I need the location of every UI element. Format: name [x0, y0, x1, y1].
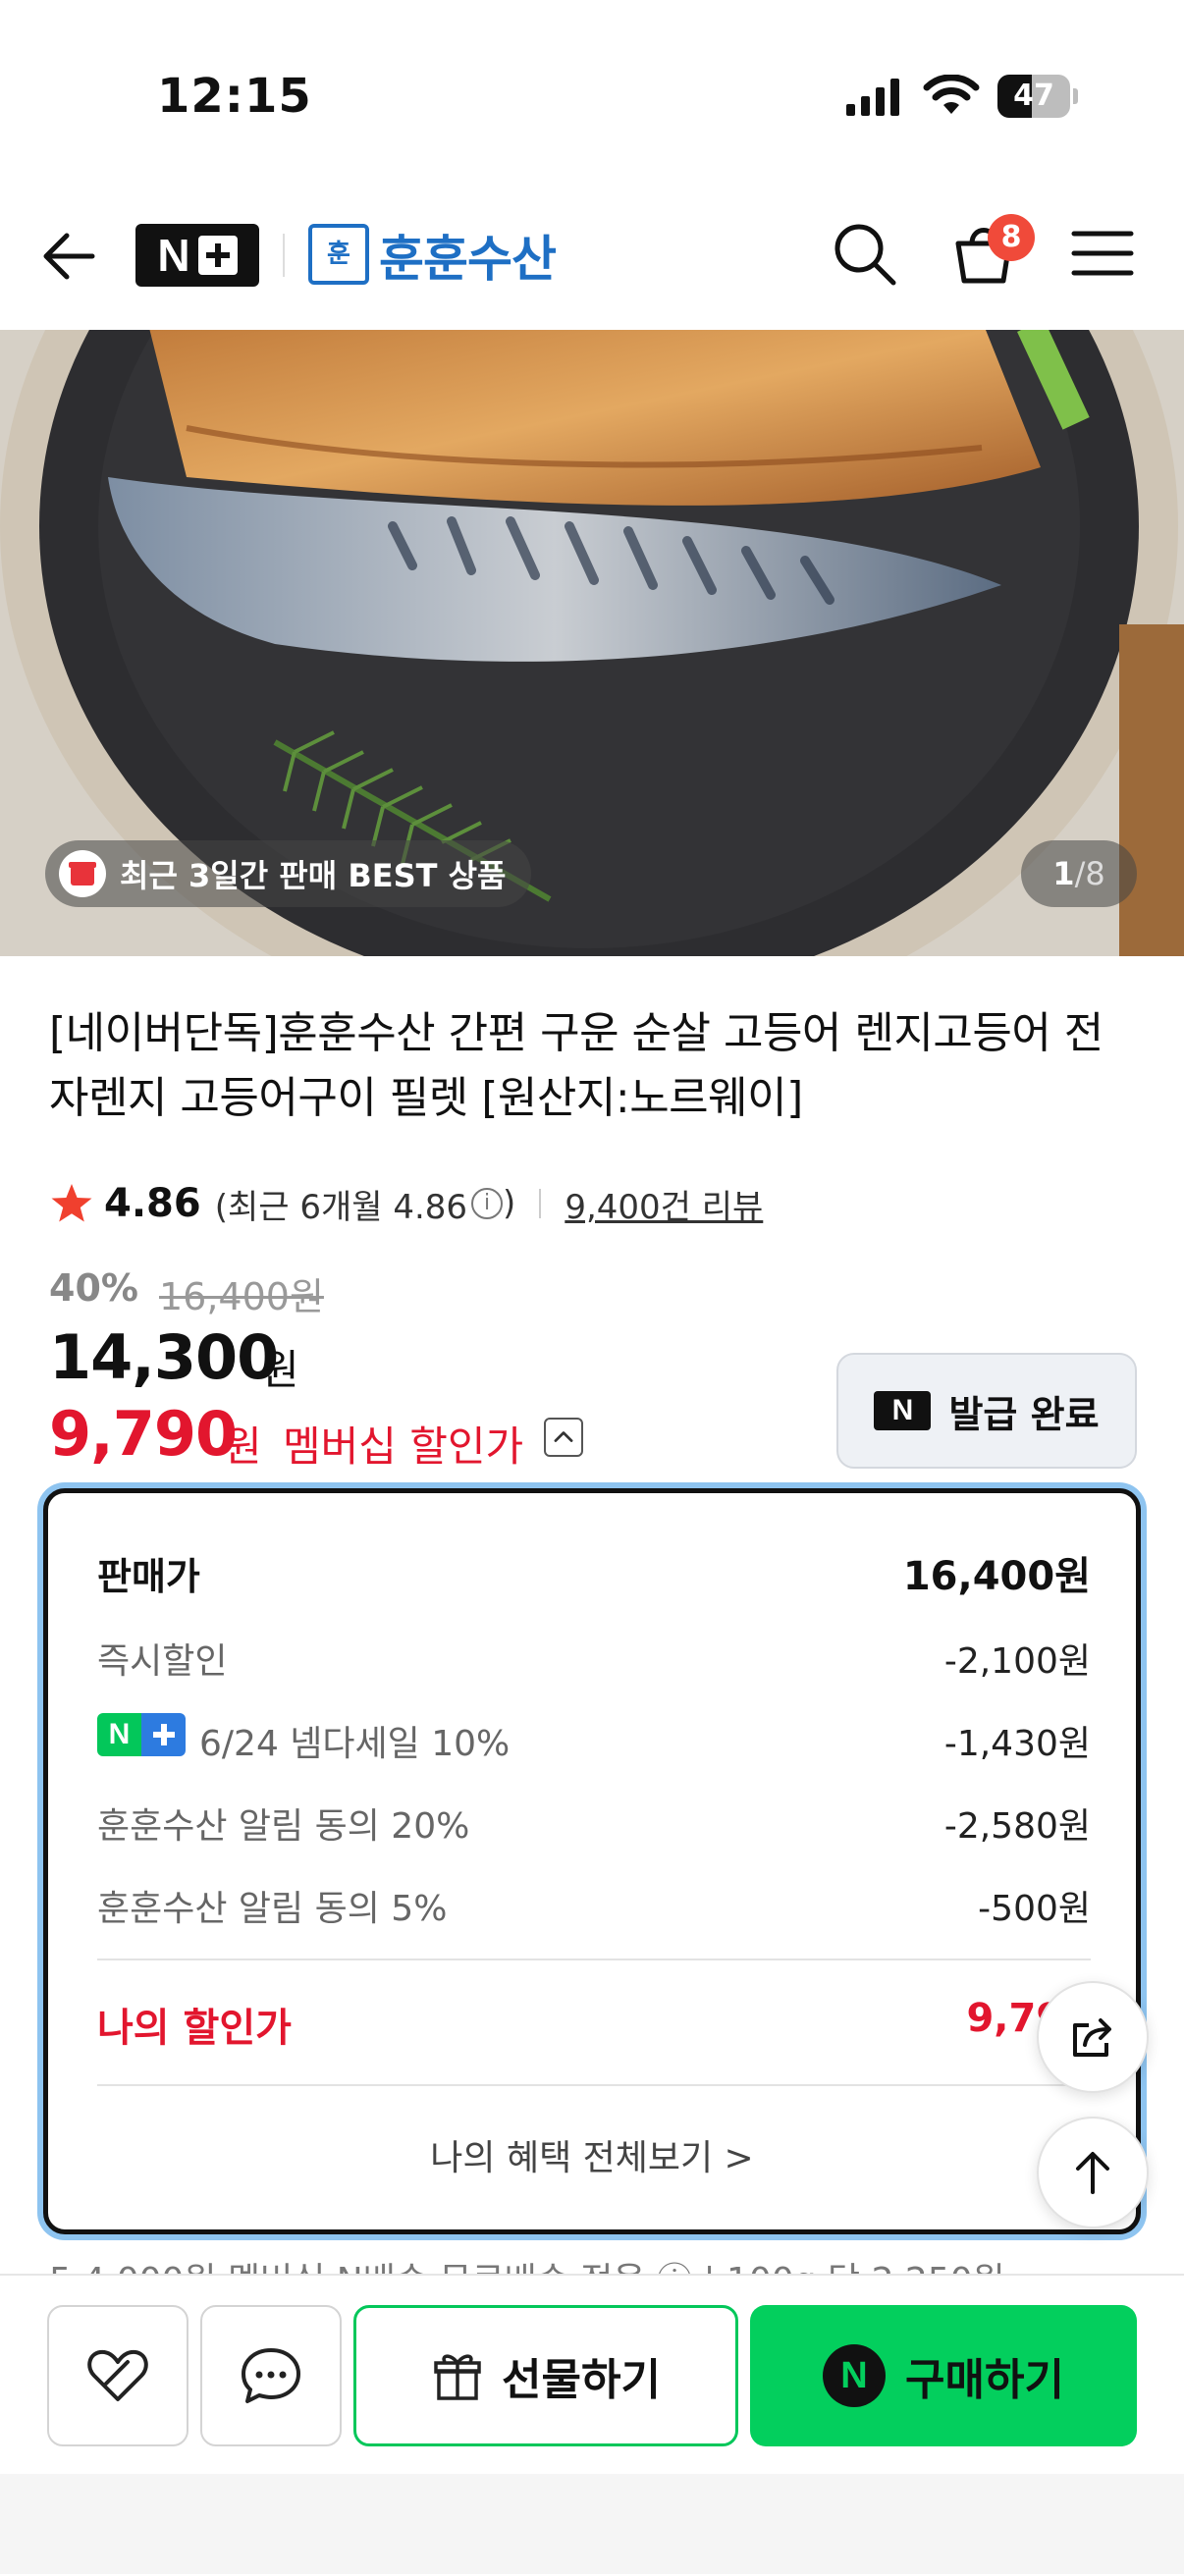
gift-icon — [434, 2354, 481, 2400]
chevron-up-icon[interactable] — [544, 1418, 583, 1457]
list-price-value: 16,400원 — [902, 1554, 1091, 1599]
recent-rating-text: (최근 6개월 4.86 — [214, 1187, 468, 1227]
my-discount-price-label: 나의 할인가 — [97, 2006, 292, 2051]
rating-value: 4.86 — [104, 1181, 201, 1226]
breakdown-divider — [97, 2084, 1091, 2086]
battery-icon: 47 — [997, 75, 1078, 118]
rating-separator — [539, 1189, 542, 1218]
coupon-issued-label: 발급 완료 — [948, 1392, 1100, 1436]
share-button[interactable] — [1037, 1981, 1149, 2093]
plus-icon — [197, 236, 238, 275]
naver-pay-icon: N — [823, 2344, 887, 2407]
naver-plus-mini-letter: N — [97, 1713, 141, 1756]
current-page: 1 — [1052, 855, 1075, 892]
sale-price-unit: 원 — [261, 1346, 299, 1394]
best-seller-text: 최근 3일간 판매 BEST 상품 — [120, 857, 507, 894]
alert-consent-20-value: -2,580원 — [943, 1806, 1091, 1847]
share-icon — [1073, 2018, 1111, 2057]
alert-consent-5-label: 훈훈수산 알림 동의 5% — [97, 1889, 448, 1929]
rating-row: 4.86 (최근 6개월 4.86 i ) 9,400건 리뷰 — [49, 1176, 763, 1231]
total-pages: /8 — [1074, 855, 1105, 892]
image-page-indicator: 1/8 — [1021, 840, 1137, 907]
naver-plus-mini-icon: N — [97, 1713, 186, 1756]
member-price: 9,790 — [49, 1398, 238, 1470]
buy-label: 구매하기 — [905, 2355, 1064, 2405]
alert-consent-20-label: 훈훈수산 알림 동의 20% — [97, 1806, 470, 1847]
star-icon — [51, 1184, 92, 1222]
info-icon[interactable]: i — [471, 1188, 504, 1219]
price-breakdown-panel: 판매가 16,400원 즉시할인 -2,100원 N 6/24 넴다세일 10%… — [43, 1488, 1141, 2234]
member-price-unit: 원 — [224, 1422, 262, 1471]
view-all-benefits-link[interactable]: 나의 혜택 전체보기 > — [48, 2129, 1136, 2180]
buy-button[interactable]: N 구매하기 — [750, 2305, 1137, 2446]
home-indicator-area — [0, 2474, 1184, 2574]
store-name[interactable]: 훈훈수산 — [379, 220, 557, 291]
talk-talk-button[interactable] — [200, 2305, 342, 2446]
chat-icon — [242, 2348, 300, 2403]
breakdown-divider — [97, 1959, 1091, 1960]
plus-icon — [141, 1713, 186, 1756]
best-seller-badge: 최근 3일간 판매 BEST 상품 — [45, 840, 532, 907]
wishlist-button[interactable] — [47, 2305, 188, 2446]
naver-plus-logo-letter: N — [157, 230, 190, 281]
status-time: 12:15 — [157, 69, 312, 124]
store-logo-icon[interactable]: 훈 — [308, 224, 369, 285]
naver-plus-logo[interactable]: N — [135, 224, 259, 287]
cart-count-badge: 8 — [988, 214, 1035, 261]
gift-box-icon — [59, 850, 106, 897]
recent-rating-close: ) — [503, 1184, 516, 1223]
sale-event-value: -1,430원 — [943, 1724, 1091, 1764]
alert-consent-5-value: -500원 — [978, 1889, 1091, 1929]
discount-rate: 40% — [49, 1266, 138, 1310]
menu-icon[interactable] — [1068, 224, 1137, 283]
member-price-label: 멤버십 할인가 — [283, 1422, 524, 1471]
signal-icon — [846, 79, 899, 116]
review-count-link[interactable]: 9,400건 리뷰 — [565, 1180, 763, 1228]
search-icon[interactable] — [829, 218, 901, 291]
gift-button[interactable]: 선물하기 — [353, 2305, 738, 2446]
battery-percent: 47 — [1013, 79, 1054, 113]
wifi-icon — [923, 75, 980, 114]
back-arrow-icon[interactable] — [35, 222, 104, 291]
sale-price: 14,300 — [49, 1321, 279, 1393]
sale-event-label: 6/24 넴다세일 10% — [199, 1724, 511, 1764]
instant-discount-value: -2,100원 — [943, 1641, 1091, 1682]
gift-label: 선물하기 — [502, 2355, 661, 2405]
arrow-up-icon — [1076, 2152, 1109, 2194]
naver-n-icon: N — [874, 1391, 932, 1430]
coupon-issued-button[interactable]: N 발급 완료 — [836, 1353, 1137, 1469]
original-price: 16,400원 — [159, 1275, 324, 1318]
scroll-top-button[interactable] — [1037, 2117, 1149, 2228]
list-price-label: 판매가 — [97, 1555, 200, 1598]
header-divider — [283, 234, 285, 277]
heart-icon — [87, 2349, 148, 2401]
instant-discount-label: 즉시할인 — [97, 1641, 228, 1682]
product-title: [네이버단독]훈훈수산 간편 구운 순살 고등어 렌지고등어 전자렌지 고등어구… — [49, 1008, 1103, 1123]
